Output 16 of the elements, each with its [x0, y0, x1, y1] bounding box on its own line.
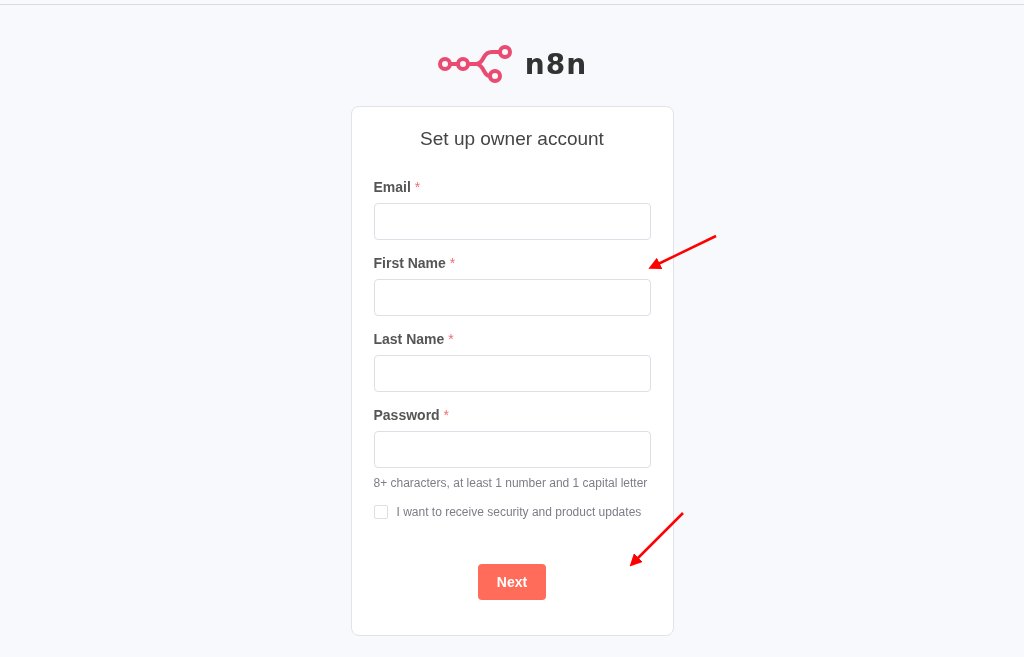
annotation-arrow: [648, 234, 717, 269]
hint-text: 8+ characters, at least 1 number and 1 capital letter: [373, 476, 649, 490]
input-field[interactable]: [373, 431, 651, 468]
field-label: First Name *: [373, 255, 457, 271]
field-label: Last Name *: [373, 331, 455, 347]
input-field[interactable]: [373, 203, 651, 240]
field-label: Password *: [373, 407, 450, 423]
form-title: Set up owner account: [419, 128, 605, 150]
logo-icon: [436, 44, 513, 84]
field-label: Email *: [373, 179, 422, 195]
input-field[interactable]: [373, 279, 651, 316]
checkbox[interactable]: [373, 505, 388, 519]
input-field[interactable]: [373, 355, 651, 392]
logo-wordmark: n8n: [524, 47, 588, 81]
next-button[interactable]: Next: [478, 564, 546, 600]
checkbox-label: I want to receive security and product updates: [396, 505, 642, 519]
